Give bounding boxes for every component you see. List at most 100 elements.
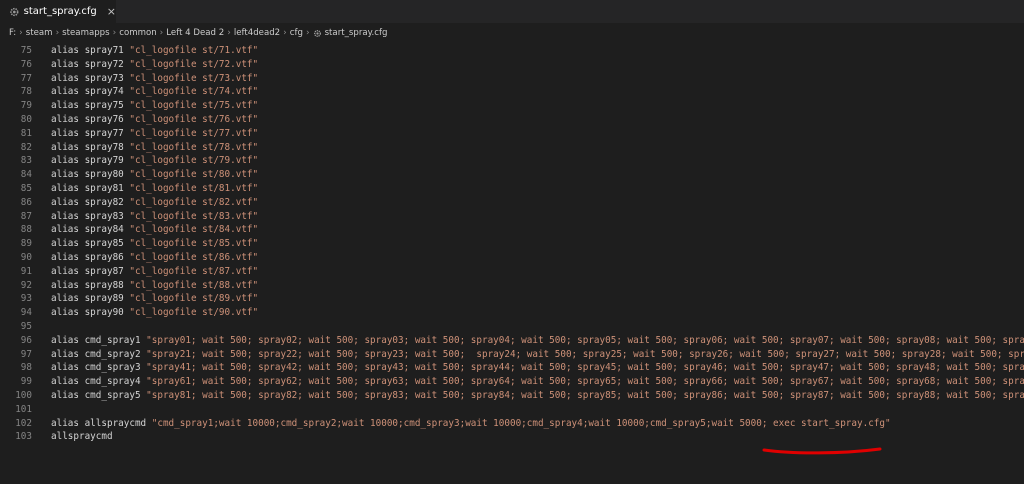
- code-keyword: alias cmd_spray2: [51, 348, 147, 360]
- code-string: "spray61; wait 500; spray62; wait 500; s…: [146, 376, 1024, 388]
- code-text: alias spray77 "cl_logofile st/77.vtf": [51, 127, 258, 141]
- line-number: 88: [20, 224, 32, 236]
- code-string: "cl_logofile st/86.vtf": [129, 252, 259, 263]
- line-number: 94: [20, 307, 32, 319]
- breadcrumb-item[interactable]: steam: [26, 28, 53, 38]
- tab-bar: start_spray.cfg ×: [0, 0, 1024, 23]
- code-text: alias spray89 "cl_logofile st/89.vtf": [51, 292, 258, 306]
- chevron-right-icon: ›: [159, 28, 164, 38]
- breadcrumb-file[interactable]: start_spray.cfg: [313, 28, 388, 38]
- line-number: 77: [20, 72, 32, 84]
- code-line: 97 alias cmd_spray2 "spray21; wait 500; s…: [0, 348, 1024, 362]
- red-underline-annotation: [762, 447, 882, 455]
- code-text: alias spray76 "cl_logofile st/76.vtf": [51, 113, 258, 127]
- line-number: 87: [20, 210, 32, 222]
- code-keyword: alias spray88: [51, 279, 130, 291]
- code-text: alias cmd_spray4 "spray61; wait 500; spr…: [51, 375, 1024, 389]
- chevron-right-icon: ›: [305, 28, 310, 38]
- tab-start-spray[interactable]: start_spray.cfg ×: [0, 0, 117, 23]
- code-string: "cl_logofile st/74.vtf": [129, 86, 259, 98]
- code-text: alias spray88 "cl_logofile st/88.vtf": [51, 279, 258, 293]
- code-text: alias spray87 "cl_logofile st/87.vtf": [51, 265, 258, 279]
- code-string: "spray01; wait 500; spray02; wait 500; s…: [146, 334, 1024, 346]
- code-text: alias spray74 "cl_logofile st/74.vtf": [51, 85, 258, 99]
- line-number: 103: [15, 431, 32, 443]
- line-number: 89: [20, 238, 32, 250]
- line-number: 86: [20, 196, 32, 208]
- code-line: 101: [0, 403, 1024, 417]
- code-text: alias spray71 "cl_logofile st/71.vtf": [51, 44, 258, 58]
- code-line: 103 allspraycmd: [0, 430, 1024, 444]
- code-string: "cl_logofile st/80.vtf": [129, 169, 259, 181]
- line-number: 100: [15, 390, 32, 401]
- code-string: "cl_logofile st/77.vtf": [129, 127, 259, 139]
- code-string: "cl_logofile st/79.vtf": [129, 155, 259, 167]
- code-keyword: alias spray77: [51, 127, 130, 139]
- breadcrumb: F: › steam › steamapps › common › Left 4 Dead 2 ›…: [0, 23, 1024, 43]
- line-number: 96: [20, 334, 32, 346]
- gear-icon: [313, 29, 321, 37]
- breadcrumb-item[interactable]: steamapps: [62, 28, 109, 38]
- code-string: "cl_logofile st/78.vtf": [129, 141, 259, 153]
- breadcrumb-file-label: start_spray.cfg: [324, 28, 388, 38]
- code-keyword: alias spray90: [51, 307, 130, 319]
- code-text: alias spray90 "cl_logofile st/90.vtf": [51, 306, 258, 320]
- line-number: 99: [20, 376, 32, 388]
- line-number: 91: [20, 265, 32, 277]
- code-keyword: alias cmd_spray4: [51, 376, 147, 388]
- code-keyword: alias spray72: [51, 58, 130, 70]
- gear-icon: [10, 7, 19, 16]
- code-line: 84 alias spray80 "cl_logofile st/80.vtf": [0, 168, 1024, 182]
- code-line: 96 alias cmd_spray1 "spray01; wait 500; s…: [0, 334, 1024, 348]
- code-editor[interactable]: 75 alias spray71 "cl_logofile st/71.vtf" 7…: [0, 43, 1024, 484]
- code-line: 83 alias spray79 "cl_logofile st/79.vtf": [0, 154, 1024, 168]
- breadcrumb-item[interactable]: cfg: [290, 28, 303, 38]
- breadcrumb-item[interactable]: Left 4 Dead 2: [166, 28, 224, 38]
- breadcrumb-item[interactable]: F:: [9, 28, 16, 38]
- code-text: alias spray81 "cl_logofile st/81.vtf": [51, 182, 258, 196]
- line-number: 85: [20, 183, 32, 194]
- code-line: 88 alias spray84 "cl_logofile st/84.vtf": [0, 223, 1024, 237]
- chevron-right-icon: ›: [283, 28, 287, 38]
- code-keyword: allspraycmd: [51, 431, 113, 443]
- code-keyword: alias spray82: [51, 196, 130, 208]
- code-line: 93 alias spray89 "cl_logofile st/89.vtf": [0, 292, 1024, 306]
- code-text: alias spray79 "cl_logofile st/79.vtf": [51, 154, 258, 168]
- code-line: 95: [0, 320, 1024, 334]
- code-line: 99 alias cmd_spray4 "spray61; wait 500; s…: [0, 375, 1024, 389]
- code-line: 89 alias spray85 "cl_logofile st/85.vtf": [0, 237, 1024, 251]
- code-line: 87 alias spray83 "cl_logofile st/83.vtf": [0, 210, 1024, 224]
- code-text: alias spray78 "cl_logofile st/78.vtf": [51, 141, 258, 155]
- chevron-right-icon: ›: [112, 28, 117, 38]
- breadcrumb-item[interactable]: common: [119, 28, 156, 38]
- code-string: "cl_logofile st/89.vtf": [129, 293, 259, 305]
- code-string: "cl_logofile st/88.vtf": [129, 279, 259, 291]
- code-line: 82 alias spray78 "cl_logofile st/78.vtf": [0, 141, 1024, 155]
- code-text: alias spray85 "cl_logofile st/85.vtf": [51, 237, 258, 251]
- code-keyword: alias spray76: [51, 114, 130, 125]
- code-keyword: alias spray75: [51, 100, 130, 112]
- code-keyword: alias spray84: [51, 224, 130, 236]
- close-icon[interactable]: ×: [107, 6, 116, 17]
- code-text: alias spray80 "cl_logofile st/80.vtf": [51, 168, 258, 182]
- code-string: "spray81; wait 500; spray82; wait 500; s…: [146, 390, 1024, 401]
- code-line: 100 alias cmd_spray5 "spray81; wait 500; …: [0, 389, 1024, 403]
- breadcrumb-item[interactable]: left4dead2: [234, 28, 280, 38]
- chevron-right-icon: ›: [227, 28, 231, 38]
- line-number: 97: [20, 348, 32, 360]
- code-keyword: alias spray87: [51, 265, 130, 277]
- line-number: 83: [20, 155, 32, 167]
- code-string: "cl_logofile st/81.vtf": [129, 183, 259, 194]
- code-text: alias cmd_spray5 "spray81; wait 500; spr…: [51, 389, 1024, 403]
- code-string: "cl_logofile st/90.vtf": [129, 307, 259, 319]
- code-keyword: alias spray73: [51, 72, 130, 84]
- code-line: 91 alias spray87 "cl_logofile st/87.vtf": [0, 265, 1024, 279]
- line-number: 98: [20, 362, 32, 374]
- code-keyword: alias spray79: [51, 155, 130, 167]
- code-string: "cl_logofile st/84.vtf": [129, 224, 259, 236]
- code-string: "cl_logofile st/75.vtf": [129, 100, 259, 112]
- line-number: 93: [20, 293, 32, 305]
- code-text: alias cmd_spray1 "spray01; wait 500; spr…: [51, 334, 1024, 348]
- code-keyword: alias spray78: [51, 141, 130, 153]
- code-keyword: alias spray71: [51, 45, 130, 56]
